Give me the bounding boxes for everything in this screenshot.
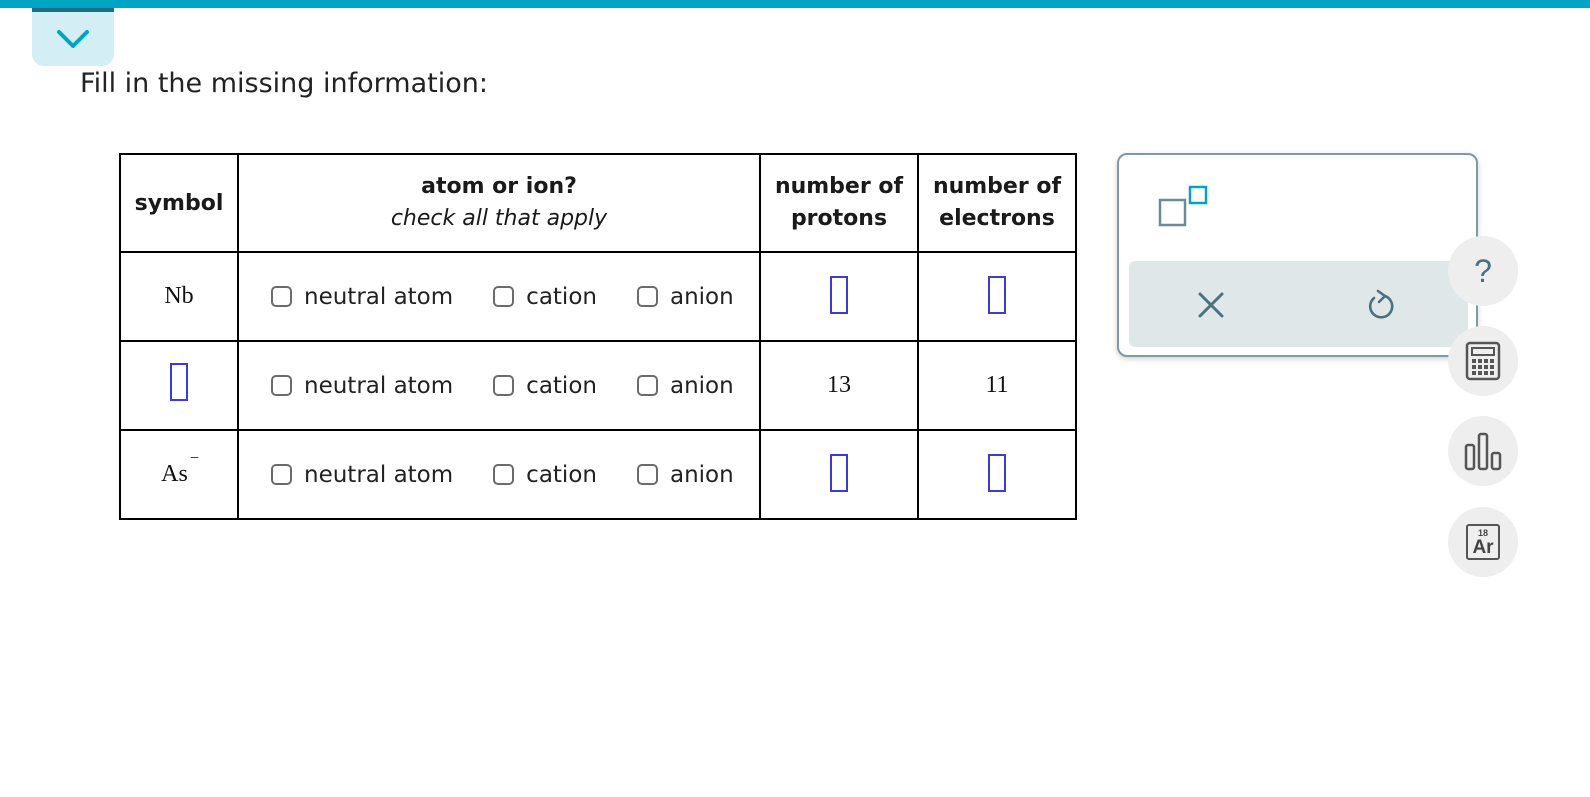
table-header-row: symbol atom or ion? check all that apply… (119, 153, 1077, 253)
symbol-text: Nb (164, 283, 194, 309)
close-icon (1198, 292, 1224, 318)
symbol-cell: As− (119, 429, 239, 520)
symbol-cell (119, 340, 239, 431)
choice-label: cation (526, 461, 597, 488)
top-accent-bar (0, 0, 1590, 8)
choice-label: neutral atom (304, 372, 454, 399)
undo-icon (1368, 289, 1394, 319)
checkbox[interactable] (636, 286, 658, 307)
choice-label: anion (669, 372, 734, 399)
protons-input[interactable] (830, 275, 848, 314)
question-prompt: Fill in the missing information: (80, 68, 488, 99)
electrons-cell: 11 (917, 340, 1077, 431)
choice-label: neutral atom (304, 283, 454, 310)
atom-or-ion-cell: neutral atom cation anion (237, 251, 761, 342)
choice-group: neutral atom cation anion (239, 462, 759, 488)
superscript-button[interactable] (1157, 185, 1209, 229)
electrons-cell (917, 429, 1077, 520)
protons-value: 13 (827, 372, 851, 398)
protons-cell (759, 251, 919, 342)
collapse-button[interactable] (32, 8, 114, 66)
header-symbol: symbol (119, 153, 239, 253)
help-button[interactable]: ? (1448, 236, 1518, 306)
symbol-input[interactable] (170, 363, 188, 401)
choice-cation[interactable]: cation (493, 373, 597, 399)
header-protons-line1: number of (774, 174, 904, 199)
header-atom-or-ion: atom or ion? check all that apply (237, 153, 761, 253)
choice-neutral-atom[interactable]: neutral atom (271, 462, 453, 488)
symbol-text: As (161, 461, 188, 487)
header-electrons-line2: electrons (939, 206, 1055, 231)
choice-neutral-atom[interactable]: neutral atom (271, 373, 453, 399)
checkbox[interactable] (271, 464, 292, 485)
choice-cation[interactable]: cation (493, 462, 597, 488)
table-row: As− neutral atom cation anion (119, 429, 1077, 520)
checkbox[interactable] (493, 375, 515, 396)
header-protons: number of protons (759, 153, 919, 253)
checkbox[interactable] (493, 286, 515, 307)
choice-label: cation (526, 372, 597, 399)
clear-button[interactable] (1189, 283, 1233, 327)
calculator-button[interactable] (1448, 326, 1518, 396)
symbol-charge: − (189, 450, 199, 467)
checkbox[interactable] (636, 375, 658, 396)
electrons-input[interactable] (988, 275, 1006, 314)
periodic-number: 18 (1477, 527, 1488, 538)
choice-group: neutral atom cation anion (239, 373, 759, 399)
checkbox[interactable] (493, 464, 515, 485)
atom-or-ion-cell: neutral atom cation anion (237, 340, 761, 431)
periodic-table-icon: 18 Ar (1466, 524, 1500, 560)
data-chart-button[interactable] (1448, 416, 1518, 486)
undo-button[interactable] (1359, 283, 1403, 327)
header-atom-or-ion-title: atom or ion? (421, 174, 577, 199)
table-row: neutral atom cation anion 13 11 (119, 340, 1077, 431)
choice-anion[interactable]: anion (636, 372, 734, 399)
choice-anion[interactable]: anion (636, 461, 734, 488)
table-row: Nb neutral atom cation anion (119, 251, 1077, 342)
choice-neutral-atom[interactable]: neutral atom (271, 284, 453, 310)
chevron-down-icon (57, 30, 89, 48)
choice-group: neutral atom cation anion (239, 284, 759, 310)
atom-or-ion-cell: neutral atom cation anion (237, 429, 761, 520)
editor-action-bar (1129, 261, 1468, 347)
choice-cation[interactable]: cation (493, 284, 597, 310)
checkbox[interactable] (271, 375, 292, 396)
answer-editor-panel (1117, 153, 1478, 357)
checkbox[interactable] (271, 286, 292, 307)
choice-label: anion (669, 283, 734, 310)
header-electrons-line1: number of (932, 174, 1062, 199)
calculator-icon (1465, 341, 1501, 381)
bar-chart-icon (1464, 432, 1502, 471)
header-atom-or-ion-subtitle: check all that apply (390, 206, 608, 231)
electrons-value: 11 (985, 372, 1009, 398)
protons-input[interactable] (830, 453, 848, 492)
header-protons-line2: protons (790, 206, 888, 231)
header-electrons: number of electrons (917, 153, 1077, 253)
question-table: symbol atom or ion? check all that apply… (119, 153, 1077, 520)
electrons-input[interactable] (988, 453, 1006, 492)
periodic-symbol: Ar (1472, 536, 1494, 558)
choice-anion[interactable]: anion (636, 283, 734, 310)
help-icon: ? (1474, 252, 1492, 289)
symbol-cell: Nb (119, 251, 239, 342)
choice-label: anion (669, 461, 734, 488)
protons-cell: 13 (759, 340, 919, 431)
electrons-cell (917, 251, 1077, 342)
choice-label: cation (526, 283, 597, 310)
protons-cell (759, 429, 919, 520)
choice-label: neutral atom (304, 461, 454, 488)
checkbox[interactable] (636, 464, 658, 485)
superscript-icon (1158, 185, 1208, 227)
periodic-table-button[interactable]: 18 Ar (1448, 507, 1518, 577)
